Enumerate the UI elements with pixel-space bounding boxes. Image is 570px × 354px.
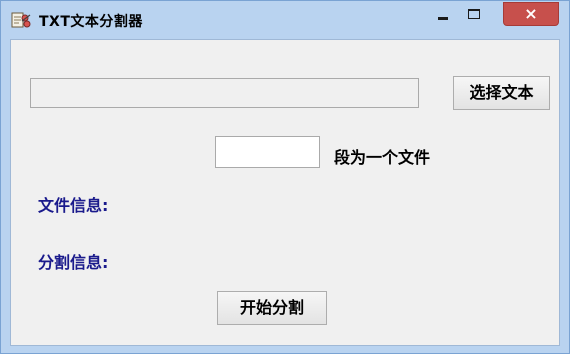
segment-count-input[interactable]: [215, 136, 320, 168]
start-split-button[interactable]: 开始分割: [217, 291, 327, 325]
minimize-button[interactable]: [429, 2, 457, 26]
title-bar[interactable]: TXT文本分割器 ×: [1, 1, 569, 39]
scissors-doc-icon[interactable]: [11, 11, 31, 29]
split-info-label: 分割信息:: [38, 253, 109, 272]
minimize-icon: [438, 17, 448, 20]
close-button[interactable]: ×: [503, 2, 559, 26]
file-info-label: 文件信息:: [38, 196, 109, 215]
select-text-button[interactable]: 选择文本: [453, 76, 550, 110]
file-path-field[interactable]: [30, 78, 419, 108]
segment-count-suffix-label: 段为一个文件: [334, 148, 431, 167]
close-icon: ×: [524, 4, 538, 23]
maximize-button[interactable]: [460, 2, 488, 26]
app-window: TXT文本分割器 × 选择文本 段为一个文件 文件信息: 分割信息: 开始分割: [0, 0, 570, 354]
window-title: TXT文本分割器: [39, 14, 143, 30]
main-panel: 选择文本 段为一个文件 文件信息: 分割信息: 开始分割: [10, 39, 560, 346]
maximize-icon: [468, 9, 480, 19]
